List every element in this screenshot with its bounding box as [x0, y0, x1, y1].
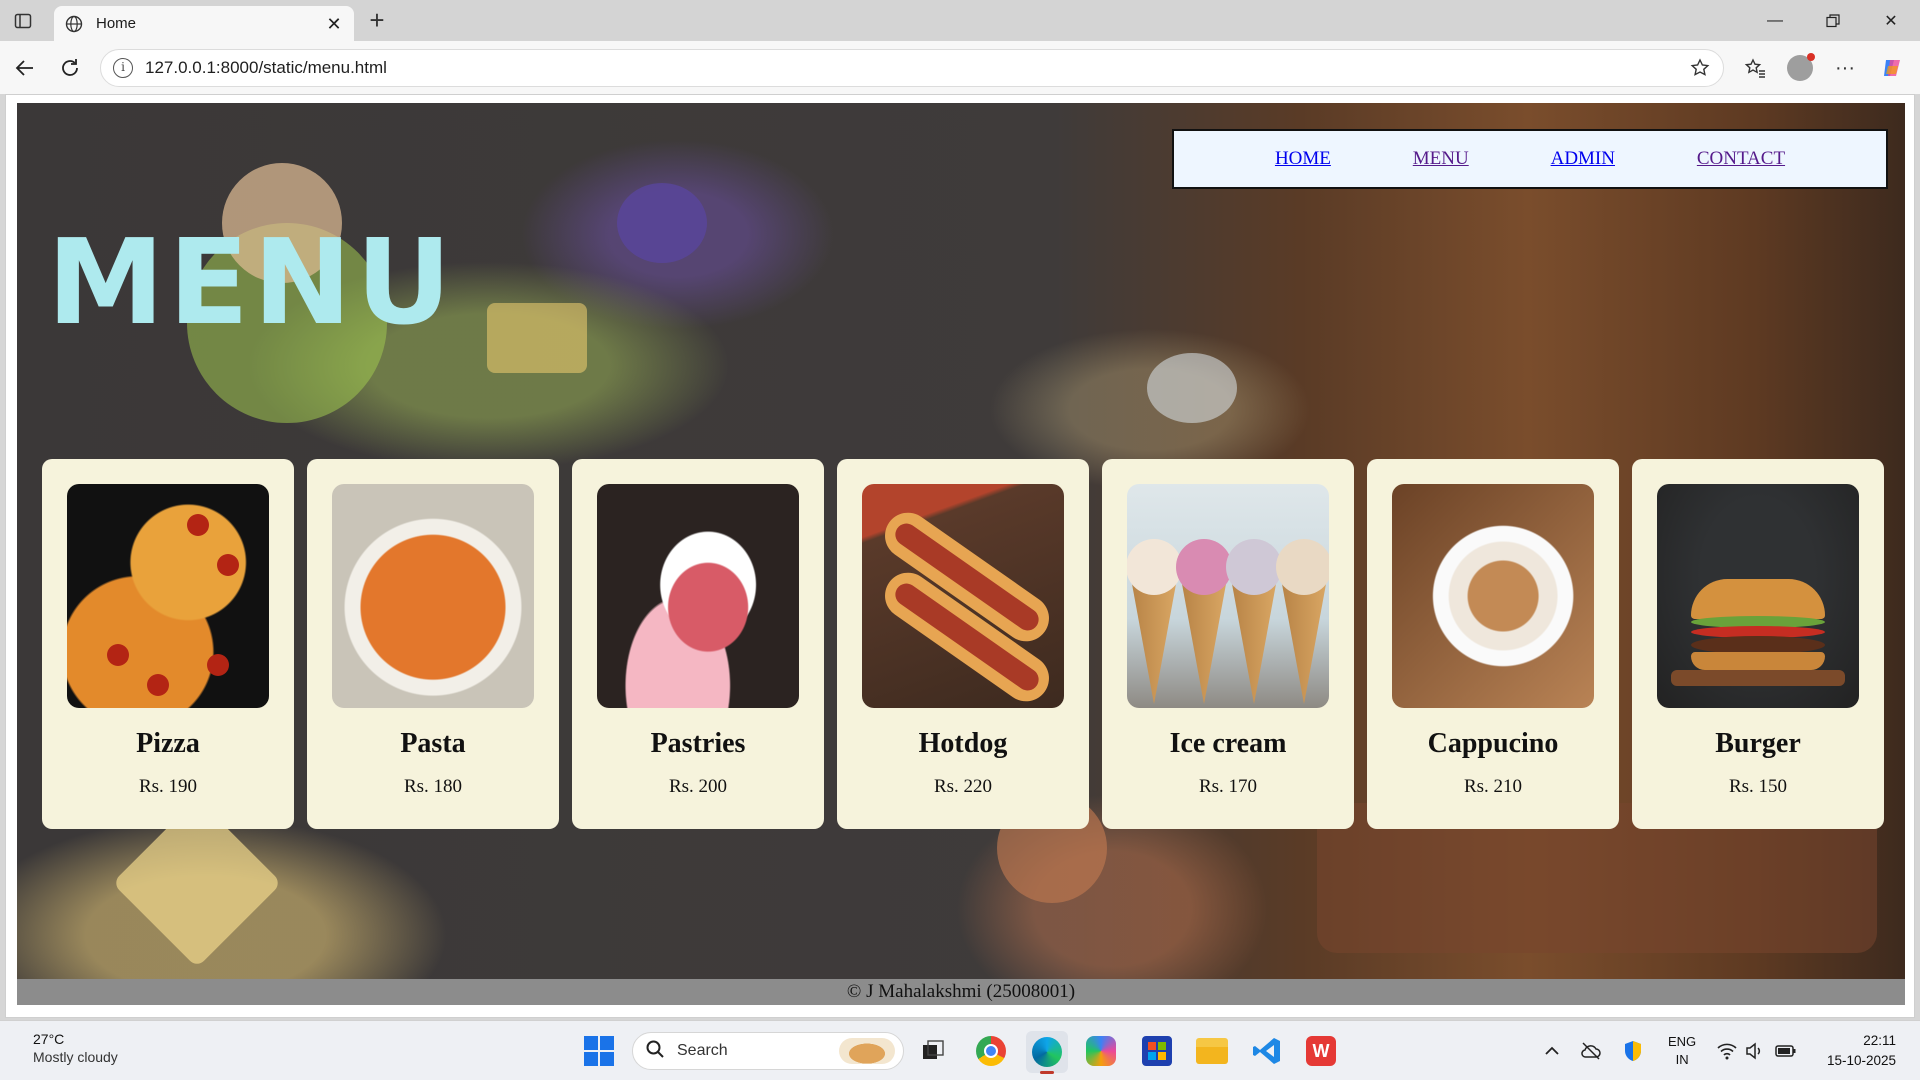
address-bar[interactable]: i 127.0.0.1:8000/static/menu.html — [100, 49, 1724, 87]
edge-icon[interactable] — [1026, 1031, 1068, 1074]
browser-toolbar: i 127.0.0.1:8000/static/menu.html ··· — [0, 41, 1920, 94]
copilot-app-icon[interactable] — [1086, 1036, 1116, 1066]
menu-card[interactable]: Pizza Rs. 190 — [42, 459, 294, 829]
site-info-icon[interactable]: i — [113, 58, 133, 78]
cappuccino-image — [1392, 484, 1594, 708]
profile-avatar[interactable] — [1785, 53, 1815, 83]
pizza-image — [67, 484, 269, 708]
menu-item-price: Rs. 150 — [1728, 776, 1788, 797]
search-icon — [645, 1039, 665, 1064]
menu-card[interactable]: Burger Rs. 150 — [1632, 459, 1884, 829]
language-indicator[interactable]: ENG IN — [1668, 1033, 1696, 1069]
taskbar-search[interactable]: Search — [632, 1032, 904, 1070]
clock-time: 22:11 — [1863, 1033, 1896, 1048]
burger-image — [1657, 484, 1859, 708]
main-navigation: HOME MENU ADMIN CONTACT — [1172, 129, 1888, 189]
new-tab-button[interactable]: + — [364, 7, 390, 34]
menu-item-price: Rs. 180 — [403, 776, 463, 797]
ice-cream-image — [1127, 484, 1329, 708]
vscode-icon[interactable] — [1252, 1036, 1282, 1066]
menu-item-name: Pastries — [650, 728, 746, 759]
start-icon[interactable] — [584, 1036, 614, 1066]
tab-bar: Home ✕ + — ✕ — [0, 0, 1920, 41]
menu-cards: Pizza Rs. 190 Pasta Rs. 180 Pastries Rs.… — [42, 459, 1884, 829]
menu-item-name: Pasta — [400, 728, 466, 759]
page-viewport: MENU HOME MENU ADMIN CONTACT Pizza Rs. 1… — [5, 94, 1915, 1018]
close-tab-icon[interactable]: ✕ — [324, 14, 344, 34]
menu-card[interactable]: Pastries Rs. 200 — [572, 459, 824, 829]
close-window-icon[interactable]: ✕ — [1862, 0, 1920, 41]
back-arrow-icon[interactable] — [10, 53, 40, 83]
minimize-icon[interactable]: — — [1746, 0, 1804, 41]
menu-item-name: Burger — [1715, 728, 1801, 759]
page-footer: © J Mahalakshmi (25008001) — [17, 979, 1905, 1005]
volume-icon[interactable] — [1744, 1041, 1764, 1061]
menu-card[interactable]: Pasta Rs. 180 — [307, 459, 559, 829]
tab-title: Home — [96, 15, 137, 32]
wifi-icon[interactable] — [1716, 1041, 1738, 1061]
reload-icon[interactable] — [55, 53, 85, 83]
pasta-image — [332, 484, 534, 708]
search-label: Search — [677, 1042, 728, 1059]
clock-date: 15-10-2025 — [1826, 1053, 1896, 1068]
tray-chevron-icon[interactable] — [1542, 1041, 1562, 1061]
favorites-icon[interactable] — [1740, 53, 1770, 83]
menu-item-name: Ice cream — [1169, 728, 1287, 759]
window-controls: — ✕ — [1746, 0, 1920, 41]
weather-temp: 27°C — [33, 1031, 65, 1047]
globe-icon — [64, 14, 84, 34]
more-options-icon[interactable]: ··· — [1830, 53, 1860, 83]
pastry-image — [597, 484, 799, 708]
menu-card[interactable]: Cappucino Rs. 210 — [1367, 459, 1619, 829]
menu-item-price: Rs. 200 — [668, 776, 728, 797]
cloud-offline-icon[interactable] — [1580, 1041, 1602, 1061]
weather-desc: Mostly cloudy — [33, 1049, 118, 1065]
mural-biscuit-decoration — [487, 303, 587, 373]
security-shield-icon[interactable] — [1622, 1039, 1644, 1063]
mural-berry-decoration — [617, 183, 707, 263]
store-icon[interactable] — [1142, 1036, 1172, 1066]
browser-tab-home[interactable]: Home ✕ — [54, 6, 354, 41]
battery-icon[interactable] — [1775, 1043, 1797, 1059]
wps-office-icon[interactable]: W — [1306, 1036, 1336, 1066]
menu-item-price: Rs. 170 — [1198, 776, 1258, 797]
menu-item-price: Rs. 210 — [1463, 776, 1523, 797]
tab-actions-icon[interactable] — [10, 8, 36, 34]
menu-item-name: Pizza — [136, 728, 200, 759]
clock[interactable]: 22:11 15-10-2025 — [1812, 1031, 1896, 1071]
favorite-star-icon[interactable] — [1685, 53, 1715, 83]
menu-item-price: Rs. 220 — [933, 776, 993, 797]
url-text: 127.0.0.1:8000/static/menu.html — [145, 58, 387, 77]
menu-item-name: Cappucino — [1427, 728, 1559, 759]
menu-card[interactable]: Ice cream Rs. 170 — [1102, 459, 1354, 829]
nav-link-contact[interactable]: CONTACT — [1697, 148, 1785, 170]
mural-plate-decoration — [1147, 353, 1237, 423]
hotdog-image — [862, 484, 1064, 708]
nav-link-menu[interactable]: MENU — [1413, 148, 1469, 170]
nav-link-home[interactable]: HOME — [1275, 148, 1331, 170]
task-view-icon[interactable] — [920, 1038, 946, 1064]
file-explorer-icon[interactable] — [1196, 1038, 1228, 1064]
taskbar: 27°C Mostly cloudy Search W ENG IN 22:11… — [0, 1020, 1920, 1080]
language-code: ENG — [1668, 1034, 1697, 1049]
weather-widget[interactable]: 27°C Mostly cloudy — [33, 1031, 118, 1065]
chrome-icon[interactable] — [976, 1036, 1006, 1066]
hero-background: MENU HOME MENU ADMIN CONTACT Pizza Rs. 1… — [17, 103, 1905, 979]
region-code: IN — [1675, 1052, 1689, 1067]
menu-item-price: Rs. 190 — [138, 776, 198, 797]
menu-card[interactable]: Hotdog Rs. 220 — [837, 459, 1089, 829]
menu-item-name: Hotdog — [918, 728, 1008, 759]
nav-link-admin[interactable]: ADMIN — [1551, 148, 1615, 170]
page-title: MENU — [47, 213, 456, 351]
restore-icon[interactable] — [1804, 0, 1862, 41]
copilot-icon[interactable] — [1877, 53, 1907, 83]
search-highlight-image — [839, 1038, 895, 1064]
